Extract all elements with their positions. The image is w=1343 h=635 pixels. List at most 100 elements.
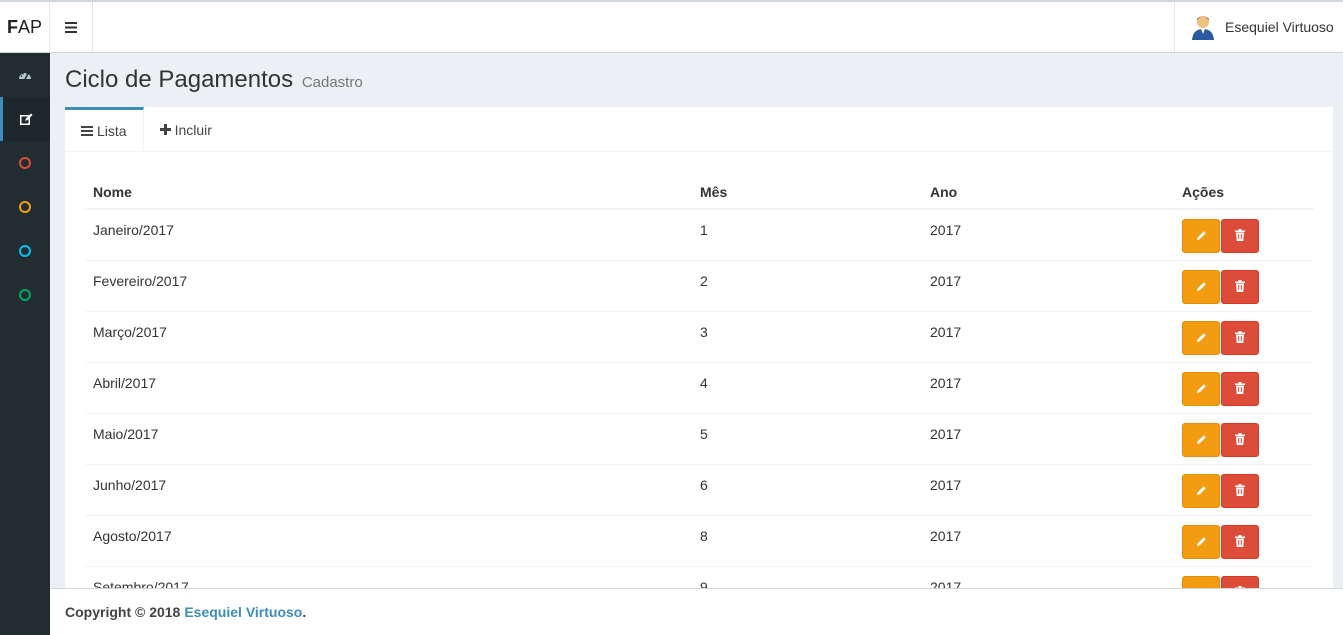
footer: Copyright © 2018 Esequiel Virtuoso. [50, 588, 1343, 635]
page-subtitle: Cadastro [301, 74, 363, 91]
table-row: Abril/2017 4 2017 [85, 361, 1314, 413]
cell-name: Agosto/2017 [85, 514, 692, 566]
aqua-circle-icon [19, 245, 31, 257]
cycles-table: Nome Mês Ano Ações Janeiro/2017 1 2017 Feve… [85, 175, 1314, 588]
pencil-icon [1196, 228, 1207, 244]
tab-lista-label: Lista [97, 123, 127, 139]
table-row: Janeiro/2017 1 2017 [85, 208, 1314, 260]
cell-actions [1174, 259, 1314, 311]
cell-name: Maio/2017 [85, 412, 692, 464]
cell-year: 2017 [922, 412, 1174, 464]
table-header-row: Nome Mês Ano Ações [85, 175, 1314, 210]
cell-month: 5 [692, 412, 922, 464]
page-title-text: Ciclo de Pagamentos [65, 66, 294, 93]
table-row: Setembro/2017 9 2017 [85, 565, 1314, 588]
sidebar-item-yellow[interactable] [0, 185, 50, 229]
pencil-icon [1196, 381, 1207, 397]
cell-actions [1174, 412, 1314, 464]
user-name: Esequiel Virtuoso [1225, 19, 1334, 35]
cell-name: Abril/2017 [85, 361, 692, 413]
column-header-name: Nome [85, 175, 692, 210]
sidebar-item-green[interactable] [0, 273, 50, 317]
table-row: Maio/2017 5 2017 [85, 412, 1314, 464]
table-row: Fevereiro/2017 2 2017 [85, 259, 1314, 311]
cell-year: 2017 [922, 514, 1174, 566]
edit-button[interactable] [1182, 219, 1220, 253]
edit-button[interactable] [1182, 371, 1220, 406]
author-link[interactable]: Esequiel Virtuoso [184, 604, 302, 620]
cell-actions [1174, 208, 1314, 260]
delete-button[interactable] [1221, 320, 1259, 355]
trash-icon [1235, 228, 1245, 244]
copyright-text: Copyright © 2018 [65, 604, 181, 620]
page-title: Ciclo de Pagamentos Cadastro [65, 66, 363, 94]
pencil-icon [1196, 432, 1207, 448]
app-logo[interactable]: F AP [0, 2, 50, 52]
edit-button[interactable] [1182, 575, 1220, 588]
logo-bold: F [6, 16, 18, 37]
table-row: Agosto/2017 8 2017 [85, 514, 1314, 566]
trash-icon [1235, 534, 1245, 550]
delete-button[interactable] [1221, 524, 1259, 559]
column-header-month: Mês [692, 175, 922, 210]
tab-incluir[interactable]: Incluir [144, 107, 228, 152]
tab-lista[interactable]: Lista [65, 107, 144, 152]
table-row: Março/2017 3 2017 [85, 310, 1314, 362]
delete-button[interactable] [1221, 371, 1259, 406]
cell-actions [1174, 310, 1314, 362]
delete-button[interactable] [1221, 269, 1259, 304]
cell-name: Setembro/2017 [85, 565, 692, 588]
user-menu[interactable]: Esequiel Virtuoso [1174, 2, 1343, 52]
cell-month: 1 [692, 208, 922, 260]
hamburger-icon [65, 21, 77, 33]
sidebar-item-red[interactable] [0, 141, 50, 185]
delete-button[interactable] [1221, 219, 1259, 253]
cell-name: Junho/2017 [85, 463, 692, 515]
column-header-year: Ano [922, 175, 1174, 210]
sidebar-item-cadastro[interactable] [0, 97, 50, 141]
sidebar-toggle-button[interactable] [50, 2, 93, 52]
delete-button[interactable] [1221, 422, 1259, 457]
logo-rest: AP [17, 16, 42, 37]
edit-button[interactable] [1182, 473, 1220, 508]
tab-incluir-label: Incluir [174, 121, 212, 138]
trash-icon [1235, 279, 1245, 295]
cell-month: 4 [692, 361, 922, 413]
sidebar-item-dashboard[interactable] [0, 53, 50, 97]
edit-icon [20, 113, 33, 125]
pencil-icon [1196, 330, 1207, 346]
edit-button[interactable] [1182, 422, 1220, 457]
content-box: Lista Incluir Nome Mês Ano Ações Janeiro… [65, 107, 1333, 588]
pencil-icon [1196, 483, 1207, 499]
cell-month: 9 [692, 565, 922, 588]
tab-bar: Lista Incluir [65, 107, 1333, 152]
cell-actions [1174, 463, 1314, 515]
sidebar-item-aqua[interactable] [0, 229, 50, 273]
pencil-icon [1196, 534, 1207, 550]
cell-year: 2017 [922, 361, 1174, 413]
cell-month: 8 [692, 514, 922, 566]
cell-name: Março/2017 [85, 310, 692, 362]
red-circle-icon [19, 157, 31, 169]
pencil-icon [1196, 279, 1207, 295]
delete-button[interactable] [1221, 575, 1259, 588]
trash-icon [1235, 483, 1245, 499]
yellow-circle-icon [19, 201, 31, 213]
cell-actions [1174, 361, 1314, 413]
edit-button[interactable] [1182, 320, 1220, 355]
edit-button[interactable] [1182, 269, 1220, 304]
sidebar [0, 53, 50, 635]
cell-name: Janeiro/2017 [85, 208, 692, 260]
cell-actions [1174, 565, 1314, 588]
delete-button[interactable] [1221, 473, 1259, 508]
top-header: F AP Esequiel Virtuoso [0, 0, 1343, 53]
avatar [1192, 16, 1214, 40]
cell-month: 6 [692, 463, 922, 515]
edit-button[interactable] [1182, 524, 1220, 559]
cell-month: 3 [692, 310, 922, 362]
cell-year: 2017 [922, 310, 1174, 362]
dashboard-icon [19, 73, 31, 80]
footer-suffix: . [302, 604, 307, 620]
green-circle-icon [19, 289, 31, 301]
trash-icon [1235, 381, 1245, 397]
